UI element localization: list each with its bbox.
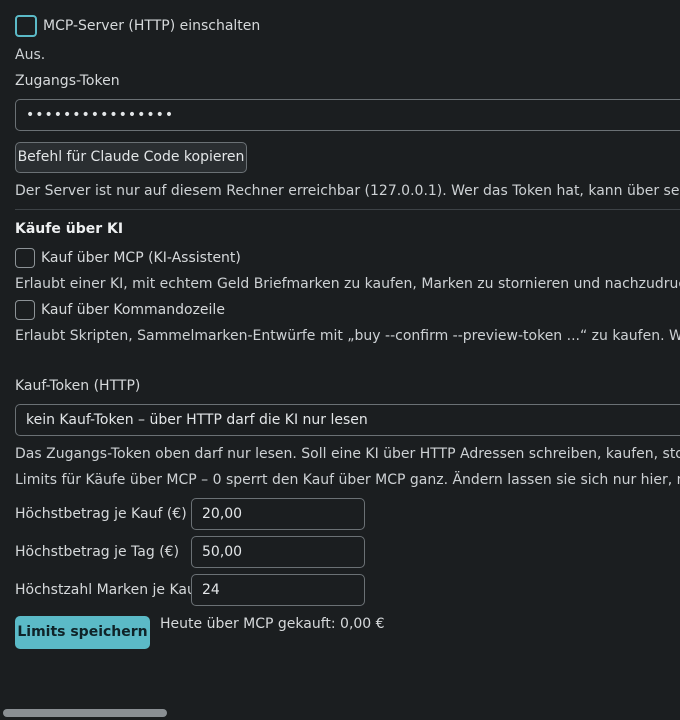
copy-claude-command-button[interactable]: Befehl für Claude Code kopieren <box>15 142 247 173</box>
server-info-text: Der Server ist nur auf diesem Rechner er… <box>15 183 680 199</box>
limits-info: Limits für Käufe über MCP – 0 sperrt den… <box>15 472 680 488</box>
per-day-label: Höchstbetrag je Tag (€) <box>15 544 180 560</box>
mcp-purchase-label[interactable]: Kauf über MCP (KI-Assistent) <box>41 250 241 266</box>
purchase-heading: Käufe über KI <box>15 221 124 237</box>
mcp-purchase-desc: Erlaubt einer KI, mit echtem Geld Briefm… <box>15 276 680 292</box>
max-stamps-input[interactable]: 24 <box>191 574 365 606</box>
section-divider <box>15 209 680 210</box>
cli-purchase-checkbox[interactable] <box>15 300 35 320</box>
mcp-settings-page: MCP-Server (HTTP) einschalten Aus. Zugan… <box>0 0 680 720</box>
kauf-token-select[interactable]: kein Kauf-Token – über HTTP darf die KI … <box>15 404 680 436</box>
save-limits-button[interactable]: Limits speichern <box>15 616 150 649</box>
per-day-input[interactable]: 50,00 <box>191 536 365 568</box>
mcp-server-label[interactable]: MCP-Server (HTTP) einschalten <box>43 18 260 34</box>
token-label: Zugangs-Token <box>15 73 120 89</box>
mcp-purchase-checkbox[interactable] <box>15 248 35 268</box>
per-purchase-label: Höchstbetrag je Kauf (€) <box>15 506 187 522</box>
kauf-token-label: Kauf-Token (HTTP) <box>15 378 141 394</box>
today-purchased-text: Heute über MCP gekauft: 0,00 € <box>160 616 385 632</box>
cli-purchase-desc: Erlaubt Skripten, Sammelmarken-Entwürfe … <box>15 328 680 344</box>
access-token-field[interactable]: •••••••••••••••• <box>15 99 680 131</box>
max-stamps-label: Höchstzahl Marken je Kauf <box>15 582 201 598</box>
cli-purchase-label[interactable]: Kauf über Kommandozeile <box>41 302 225 318</box>
server-status: Aus. <box>15 47 46 63</box>
mcp-server-checkbox[interactable] <box>15 15 37 37</box>
horizontal-scrollbar[interactable] <box>3 709 167 717</box>
per-purchase-input[interactable]: 20,00 <box>191 498 365 530</box>
kauf-token-info: Das Zugangs-Token oben darf nur lesen. S… <box>15 446 680 462</box>
